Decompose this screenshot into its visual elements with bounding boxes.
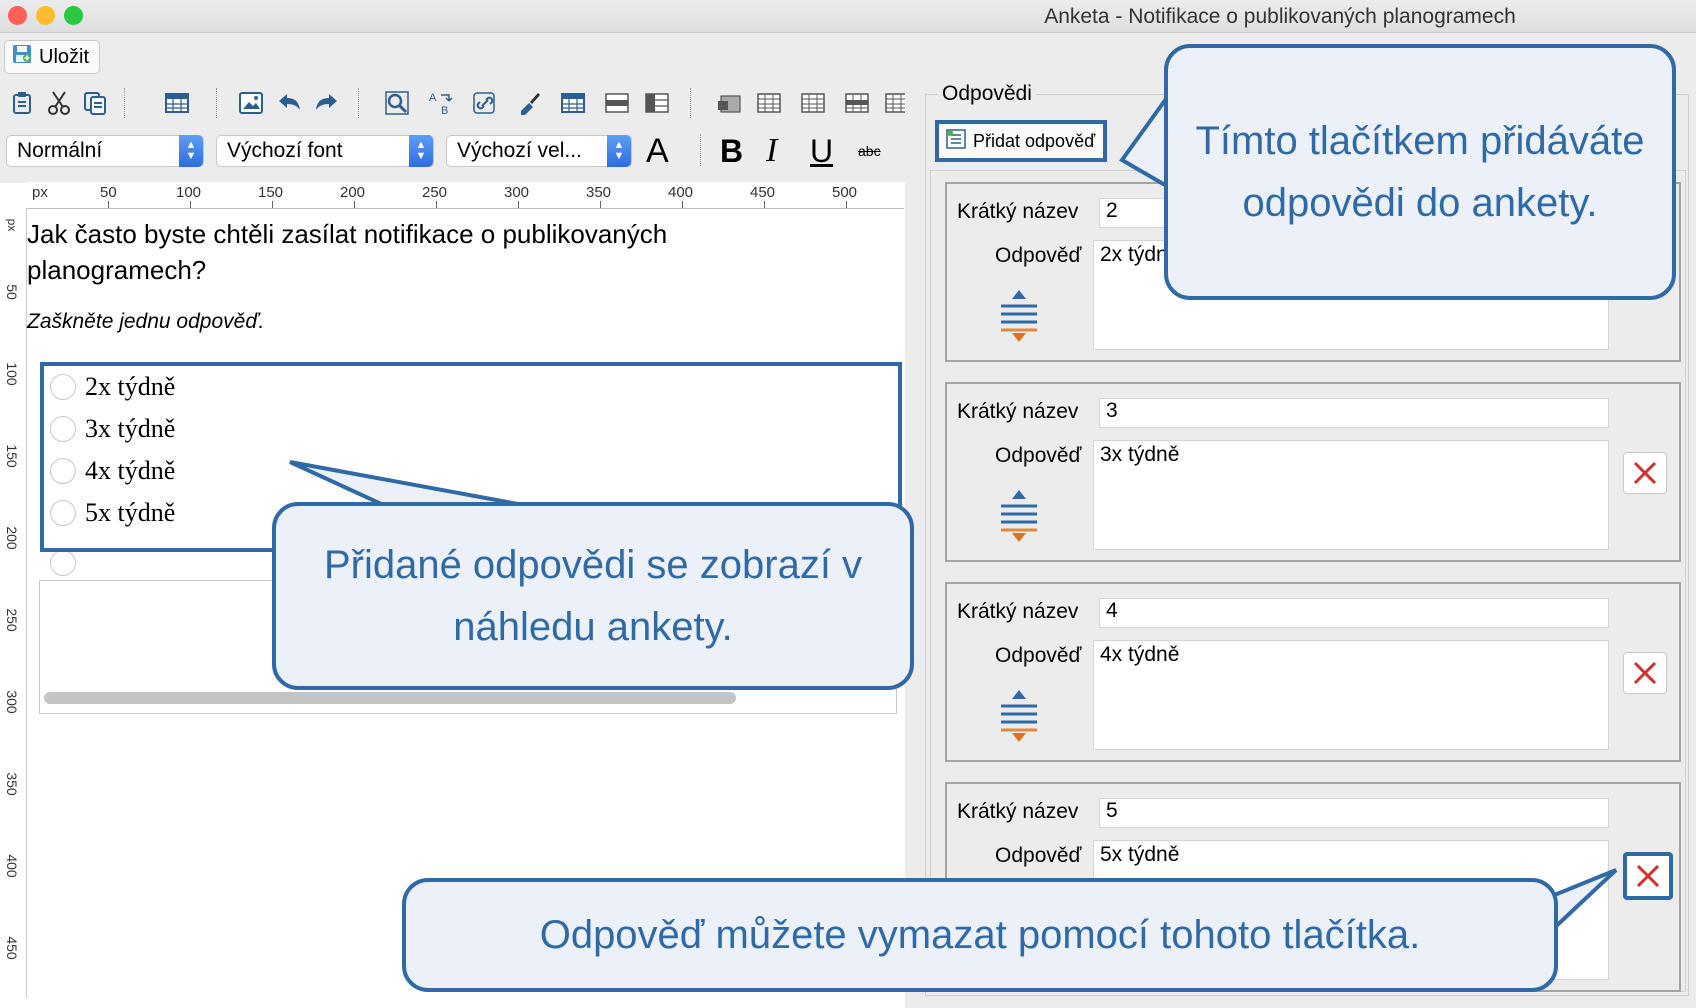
delete-callout-tail	[1550, 868, 1618, 935]
add-answers-callout: Tímto tlačítkem přidáváte odpovědi do an…	[1164, 44, 1676, 300]
delete-callout: Odpověď můžete vymazat pomocí tohoto tla…	[402, 878, 1558, 992]
preview-callout: Přidané odpovědi se zobrazí v náhledu an…	[272, 502, 914, 690]
